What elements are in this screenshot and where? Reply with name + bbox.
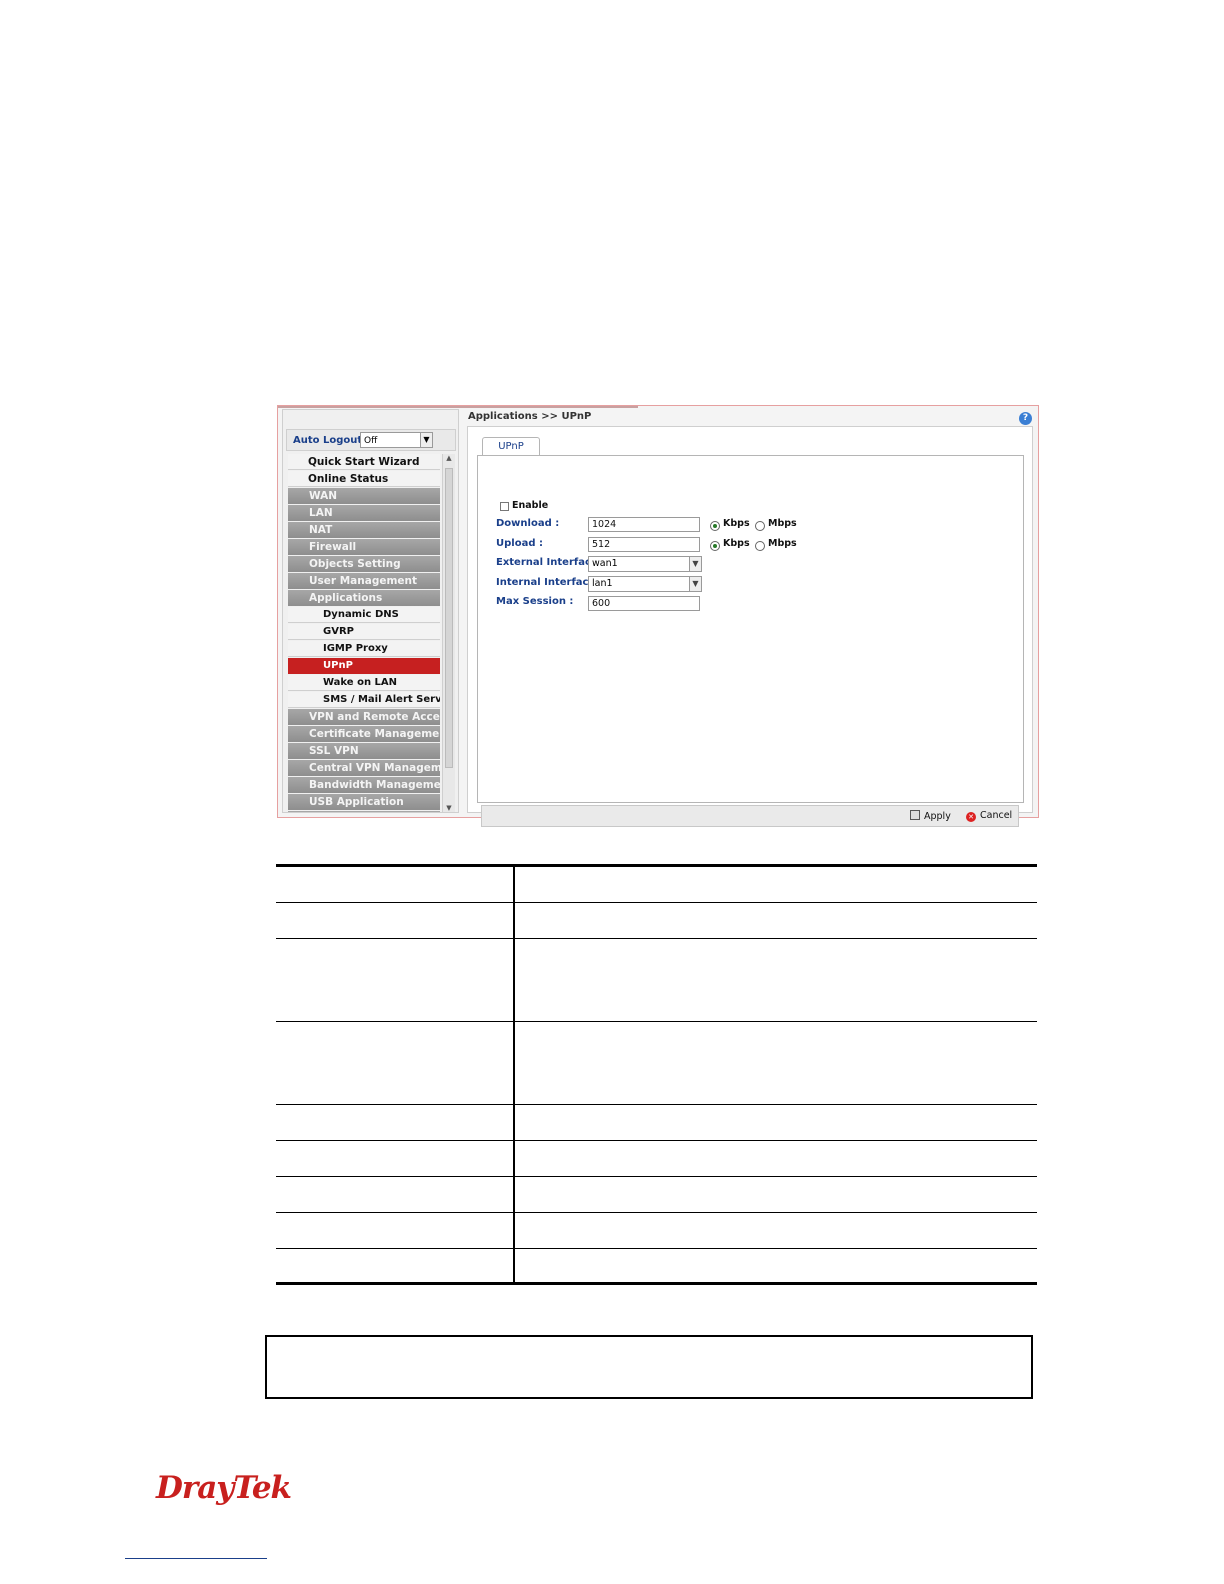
upnp-form: Enable Download : 1024 Kbps Mbps Upload … [477,455,1024,827]
max-session-label: Max Session : [496,596,574,607]
table-row [276,1212,1037,1249]
table-row [276,1176,1037,1213]
download-mbps-label: Mbps [768,518,797,529]
sidebar-item-bandwidth-management[interactable]: Bandwidth Management [288,777,440,793]
chevron-down-icon[interactable]: ▼ [689,556,702,572]
sidebar-item-user-management[interactable]: User Management [288,573,440,589]
sidebar-item-upnp[interactable]: UPnP [288,658,440,674]
enable-checkbox[interactable] [500,502,509,511]
note-box [265,1335,1033,1399]
sidebar-item-lan[interactable]: LAN [288,505,440,521]
internal-interface-label: Internal Interface : [496,577,603,588]
upload-input[interactable]: 512 [588,537,700,552]
sidebar-item-online-status[interactable]: Online Status [288,471,440,487]
external-interface-select[interactable]: wan1 [588,556,690,572]
table-row [276,902,1037,939]
download-mbps-radio[interactable] [755,521,765,531]
sidebar-item-vpn-and-remote-access[interactable]: VPN and Remote Access [288,709,440,725]
router-ui-screenshot: Auto Logout : Off ▼ Quick Start Wizard On… [277,405,1039,827]
scroll-up-icon[interactable]: ▲ [443,454,455,466]
draytek-logo: DrayTek [156,1470,292,1506]
download-kbps-radio[interactable] [710,521,720,531]
sidebar-item-firewall[interactable]: Firewall [288,539,440,555]
top-accent-line [278,406,638,408]
sidebar-item-ssl-vpn[interactable]: SSL VPN [288,743,440,759]
upload-mbps-radio[interactable] [755,541,765,551]
table-row [276,1104,1037,1141]
upload-kbps-label: Kbps [723,538,750,549]
sidebar-item-system-maintenance[interactable]: System Maintenance [288,811,440,812]
table-row [276,1140,1037,1177]
scroll-down-icon[interactable]: ▼ [443,804,455,812]
footer-link-line [125,1558,267,1559]
tab-upnp[interactable]: UPnP [482,437,540,455]
apply-label: Apply [924,811,951,822]
help-icon[interactable]: ? [1019,412,1032,425]
sidebar-item-certificate-management[interactable]: Certificate Management [288,726,440,742]
enable-label: Enable [512,500,549,511]
cancel-label: Cancel [980,810,1013,821]
chevron-down-icon[interactable]: ▼ [689,576,702,592]
upload-kbps-radio[interactable] [710,541,720,551]
table-row [276,1021,1037,1105]
sidebar-scrollbar[interactable]: ▲ ▼ [442,454,455,812]
sidebar-item-wake-on-lan[interactable]: Wake on LAN [288,675,440,691]
upload-mbps-label: Mbps [768,538,797,549]
description-table [276,864,1037,1285]
sidebar-item-nat[interactable]: NAT [288,522,440,538]
content-panel: UPnP Enable Download : 1024 Kbps Mbps Up… [467,426,1033,827]
main-panel: Applications >> UPnP ? UPnP Enable Downl… [463,409,1036,827]
table-row [276,938,1037,1022]
download-label: Download : [496,518,560,529]
table-row [276,864,1037,903]
sidebar-item-usb-application[interactable]: USB Application [288,794,440,810]
sidebar-item-dynamic-dns[interactable]: Dynamic DNS [288,607,440,623]
auto-logout-label: Auto Logout : [293,435,370,446]
scroll-thumb[interactable] [445,468,453,768]
save-icon [910,810,920,820]
sidebar-menu: Quick Start Wizard Online Status WAN LAN NAT… [288,454,440,812]
internal-interface-select[interactable]: lan1 [588,576,690,592]
form-footer-bar: Apply ✕ Cancel [481,805,1019,827]
sidebar-item-applications[interactable]: Applications [288,590,440,606]
sidebar-item-igmp-proxy[interactable]: IGMP Proxy [288,641,440,657]
upload-label: Upload : [496,538,543,549]
table-row [276,1248,1037,1285]
auto-logout-bar: Auto Logout : Off ▼ [286,429,456,451]
sidebar-item-sms-mail-alert-service[interactable]: SMS / Mail Alert Service [288,692,440,708]
download-input[interactable]: 1024 [588,517,700,532]
sidebar-item-quick-start-wizard[interactable]: Quick Start Wizard [288,454,440,470]
sidebar-item-central-vpn-management[interactable]: Central VPN Management [288,760,440,776]
sidebar-item-wan[interactable]: WAN [288,488,440,504]
chevron-down-icon[interactable]: ▼ [420,432,433,448]
close-icon: ✕ [966,812,976,822]
download-kbps-label: Kbps [723,518,750,529]
apply-button[interactable]: Apply [910,810,951,822]
breadcrumb: Applications >> UPnP [468,411,592,422]
sidebar-item-gvrp[interactable]: GVRP [288,624,440,640]
sidebar-item-objects-setting[interactable]: Objects Setting [288,556,440,572]
sidebar: Auto Logout : Off ▼ Quick Start Wizard On… [282,409,459,813]
cancel-button[interactable]: ✕ Cancel [966,810,1012,822]
max-session-input[interactable]: 600 [588,596,700,611]
